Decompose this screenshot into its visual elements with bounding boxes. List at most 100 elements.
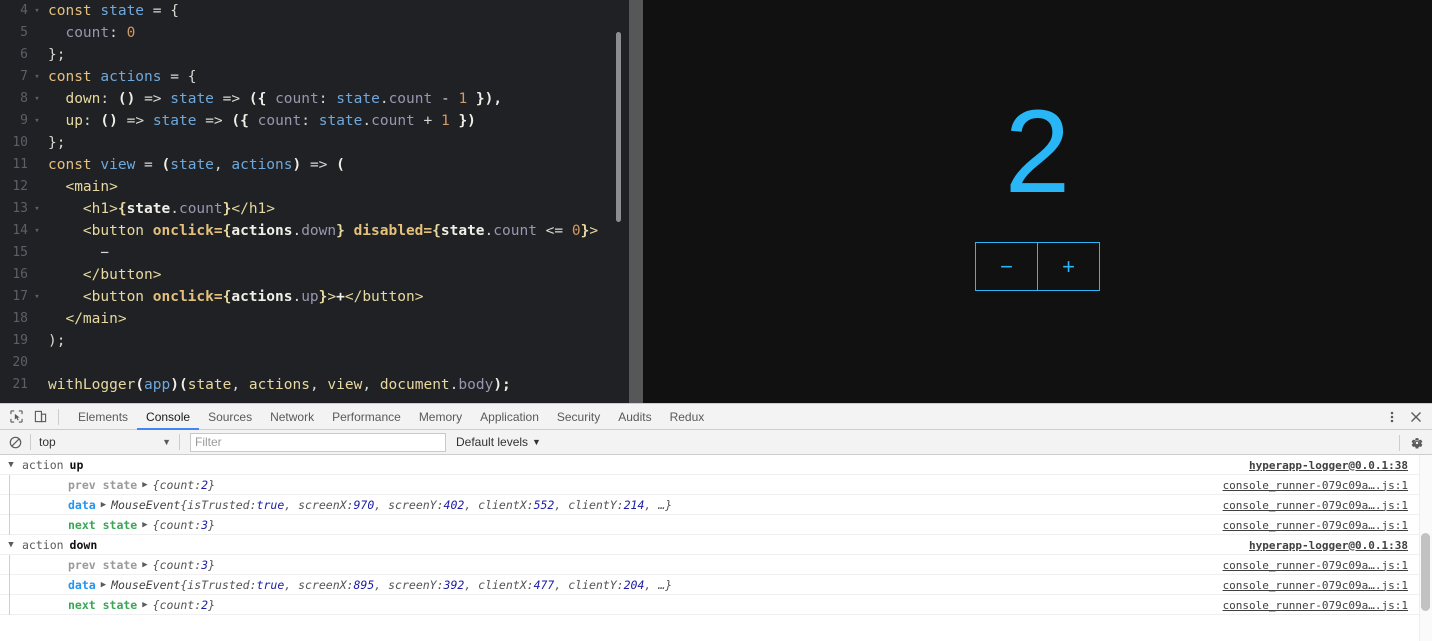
line-number: 8 — [20, 91, 28, 106]
line-number: 12 — [12, 179, 28, 194]
console-source-link[interactable]: hyperapp-logger@0.0.1:38 — [1249, 535, 1408, 555]
object-expand-triangle-icon[interactable]: ▶ — [142, 480, 147, 490]
filterbar-right — [1399, 430, 1428, 455]
object-tail: } — [208, 477, 216, 492]
group-disclosure-triangle-icon[interactable]: ▼ — [0, 540, 22, 550]
chevron-down-icon: ▼ — [162, 437, 171, 447]
group-guide-line — [0, 574, 22, 595]
object-value: 402 — [443, 497, 465, 512]
console-filter-bar: top ▼ Default levels ▼ — [0, 430, 1432, 455]
fold-arrow-icon[interactable]: ▾ — [30, 0, 44, 22]
clear-console-icon[interactable] — [4, 431, 26, 453]
console-source-link[interactable]: console_runner-079c09a….js:1 — [1223, 495, 1408, 515]
log-row-label: next state — [68, 597, 138, 612]
device-toolbar-icon[interactable] — [28, 405, 52, 429]
code-text: }; — [48, 135, 66, 151]
object-expand-triangle-icon[interactable]: ▶ — [142, 520, 147, 530]
code-line: 11 const view = (state, actions) => ( — [0, 154, 629, 176]
line-number: 7 — [20, 69, 28, 84]
code-text: <button onclick={actions.up}>+</button> — [82, 289, 424, 305]
more-options-icon[interactable] — [1380, 405, 1404, 429]
inspect-element-icon[interactable] — [4, 405, 28, 429]
console-log-row[interactable]: next state ▶ {count: 3} console_runner-079c… — [0, 514, 1432, 535]
code-lines[interactable]: 4 ▾ const state = {5 count: 0 6}; 7 ▾ const ac… — [0, 0, 629, 396]
code-text: </button> — [82, 267, 162, 283]
increment-button[interactable]: + — [1037, 242, 1100, 291]
execution-context-select[interactable]: top ▼ — [35, 433, 175, 452]
pane-splitter[interactable] — [629, 0, 643, 403]
console-scrollbar-track[interactable] — [1419, 455, 1432, 641]
devtools-tabbar: Elements Console Sources Network Performance… — [0, 404, 1432, 430]
execution-context-value: top — [39, 435, 56, 449]
tab-sources[interactable]: Sources — [199, 404, 261, 430]
object-value: 895 — [353, 577, 375, 592]
console-group-header[interactable]: ▼ action up hyperapp-logger@0.0.1:38 — [0, 455, 1432, 475]
object-expand-triangle-icon[interactable]: ▶ — [142, 560, 147, 570]
fold-arrow-icon[interactable]: ▾ — [30, 198, 44, 220]
tab-console[interactable]: Console — [137, 404, 199, 430]
tab-application[interactable]: Application — [471, 404, 548, 430]
tab-performance[interactable]: Performance — [323, 404, 410, 430]
tab-network[interactable]: Network — [261, 404, 323, 430]
object-expand-triangle-icon[interactable]: ▶ — [101, 580, 106, 590]
close-icon[interactable] — [1404, 405, 1428, 429]
line-number: 6 — [20, 47, 28, 62]
console-scrollbar-thumb[interactable] — [1421, 533, 1430, 611]
code-text: withLogger(app)(state, actions, view, do… — [48, 377, 511, 393]
code-line: 9 ▾ up: () => state => ({ count: state.co… — [0, 110, 629, 132]
console-filter-input[interactable] — [190, 432, 446, 452]
console-source-link[interactable]: console_runner-079c09a….js:1 — [1223, 475, 1408, 495]
code-line: 13 ▾ <h1>{state.count}</h1> — [0, 198, 629, 220]
counter-app: 2 − + — [975, 93, 1100, 291]
tab-memory[interactable]: Memory — [410, 404, 471, 430]
object-value: 970 — [353, 497, 375, 512]
console-source-link[interactable]: hyperapp-logger@0.0.1:38 — [1249, 455, 1408, 475]
object-value: 477 — [533, 577, 555, 592]
log-levels-dropdown[interactable]: Default levels ▼ — [456, 435, 541, 449]
decrement-button[interactable]: − — [975, 242, 1038, 291]
tab-redux[interactable]: Redux — [661, 404, 714, 430]
code-text: ); — [48, 333, 66, 349]
code-editor[interactable]: 4 ▾ const state = {5 count: 0 6}; 7 ▾ const ac… — [0, 0, 629, 403]
devtools-tab-list[interactable]: Elements Console Sources Network Performance… — [69, 404, 713, 430]
fold-arrow-icon[interactable]: ▾ — [30, 220, 44, 242]
tab-security[interactable]: Security — [548, 404, 609, 430]
line-number: 14 — [12, 223, 28, 238]
line-number: 10 — [12, 135, 28, 150]
tab-elements[interactable]: Elements — [69, 404, 137, 430]
console-source-link[interactable]: console_runner-079c09a….js:1 — [1223, 515, 1408, 535]
fold-arrow-icon[interactable]: ▾ — [30, 66, 44, 88]
fold-arrow-icon[interactable]: ▾ — [30, 88, 44, 110]
console-log-row[interactable]: prev state ▶ {count: 2} console_runner-079c… — [0, 474, 1432, 495]
console-output[interactable]: ▼ action up hyperapp-logger@0.0.1:38 prev st… — [0, 455, 1432, 641]
settings-gear-icon[interactable] — [1406, 432, 1428, 454]
group-disclosure-triangle-icon[interactable]: ▼ — [0, 460, 22, 470]
line-number: 16 — [12, 267, 28, 282]
line-number: 17 — [12, 289, 28, 304]
editor-scrollbar[interactable] — [616, 32, 621, 222]
object-key: {count: — [152, 597, 202, 612]
code-line: 4 ▾ const state = { — [0, 0, 629, 22]
tab-audits[interactable]: Audits — [609, 404, 660, 430]
object-expand-triangle-icon[interactable]: ▶ — [101, 500, 106, 510]
console-log-row[interactable]: data ▶ MouseEvent {isTrusted: true, screen… — [0, 574, 1432, 595]
filterbar-divider-2 — [179, 434, 180, 450]
console-source-link[interactable]: console_runner-079c09a….js:1 — [1223, 555, 1408, 575]
line-number: 11 — [12, 157, 28, 172]
console-log-row[interactable]: data ▶ MouseEvent {isTrusted: true, screen… — [0, 494, 1432, 515]
filterbar-divider-1 — [30, 434, 31, 450]
console-log-row[interactable]: prev state ▶ {count: 3} console_runner-079c… — [0, 554, 1432, 575]
fold-arrow-icon[interactable]: ▾ — [30, 286, 44, 308]
code-line: 5 count: 0 — [0, 22, 629, 44]
object-expand-triangle-icon[interactable]: ▶ — [142, 600, 147, 610]
code-text: <h1>{state.count}</h1> — [82, 201, 276, 217]
fold-arrow-icon[interactable]: ▾ — [30, 110, 44, 132]
console-source-link[interactable]: console_runner-079c09a….js:1 — [1223, 595, 1408, 615]
console-log-row[interactable]: next state ▶ {count: 2} console_runner-079c… — [0, 594, 1432, 615]
toolbar-divider — [58, 408, 59, 425]
console-source-link[interactable]: console_runner-079c09a….js:1 — [1223, 575, 1408, 595]
code-line: 20 — [0, 352, 629, 374]
console-rows: ▼ action up hyperapp-logger@0.0.1:38 prev st… — [0, 455, 1432, 615]
chevron-down-icon: ▼ — [532, 437, 541, 447]
console-group-header[interactable]: ▼ action down hyperapp-logger@0.0.1:38 — [0, 535, 1432, 555]
